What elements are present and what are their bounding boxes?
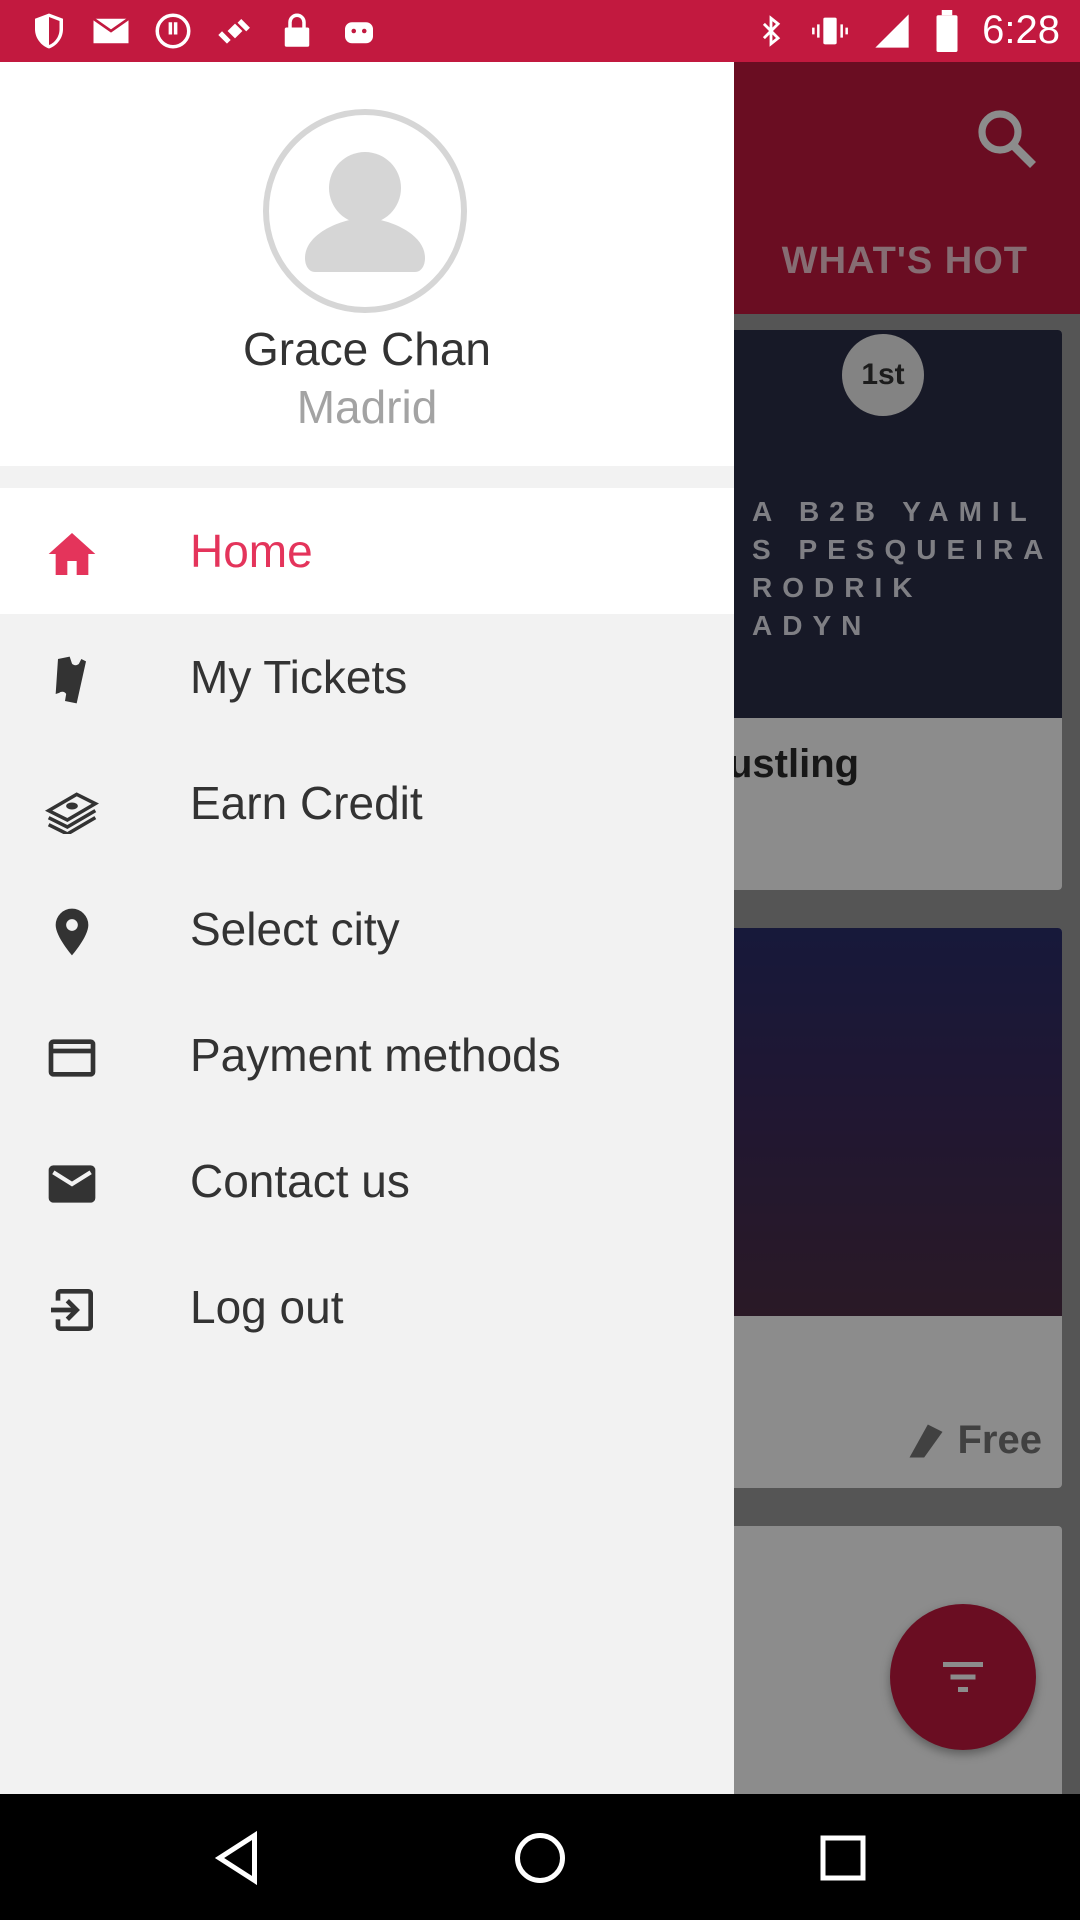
menu-item-payment-methods[interactable]: Payment methods <box>0 992 734 1118</box>
logout-icon <box>51 1289 93 1331</box>
menu-item-contact-us[interactable]: Contact us <box>0 1118 734 1244</box>
home-icon <box>48 533 96 575</box>
back-icon[interactable] <box>207 1828 267 1888</box>
menu-item-home[interactable]: Home <box>0 488 734 614</box>
android-icon <box>338 10 380 52</box>
fake-gps-icon <box>214 10 256 52</box>
user-city: Madrid <box>296 381 438 433</box>
location-pin-icon <box>55 908 89 956</box>
menu-item-label: My Tickets <box>190 651 408 703</box>
menu-item-log-out[interactable]: Log out <box>0 1244 734 1370</box>
user-name: Grace Chan <box>242 323 491 375</box>
shield-icon <box>28 10 70 52</box>
menu-item-label: Payment methods <box>190 1029 561 1081</box>
menu-item-label: Select city <box>190 903 400 955</box>
battery-icon <box>936 9 958 52</box>
alert-icon <box>152 10 194 52</box>
credit-card-icon <box>48 1039 96 1077</box>
avatar[interactable] <box>262 108 468 314</box>
menu-item-earn-credit[interactable]: Earn Credit <box>0 740 734 866</box>
vibrate-icon <box>812 17 849 44</box>
lock-icon <box>276 10 318 52</box>
money-icon <box>44 792 100 834</box>
menu-item-select-city[interactable]: Select city <box>0 866 734 992</box>
menu-item-my-tickets[interactable]: My Tickets <box>0 614 734 740</box>
navigation-drawer: Grace Chan Madrid Home My Tickets Earn C… <box>0 62 734 1794</box>
home-circle-icon[interactable] <box>510 1828 570 1888</box>
menu-item-label: Home <box>190 525 313 577</box>
signal-icon <box>875 13 909 48</box>
menu-item-label: Log out <box>190 1281 344 1333</box>
ticket-icon <box>55 656 86 704</box>
mail-icon <box>90 10 132 52</box>
envelope-icon <box>48 1165 96 1203</box>
recents-icon[interactable] <box>813 1828 873 1888</box>
drawer-menu: Home My Tickets Earn Credit Select city … <box>0 488 734 1370</box>
drawer-header: Grace Chan Madrid <box>0 62 734 466</box>
menu-item-label: Contact us <box>190 1155 410 1207</box>
status-bar: 6:28 <box>0 0 1080 62</box>
menu-item-label: Earn Credit <box>190 777 423 829</box>
bluetooth-icon <box>763 14 781 47</box>
system-navigation-bar <box>0 1794 1080 1920</box>
clock-time: 6:28 <box>982 8 1060 52</box>
